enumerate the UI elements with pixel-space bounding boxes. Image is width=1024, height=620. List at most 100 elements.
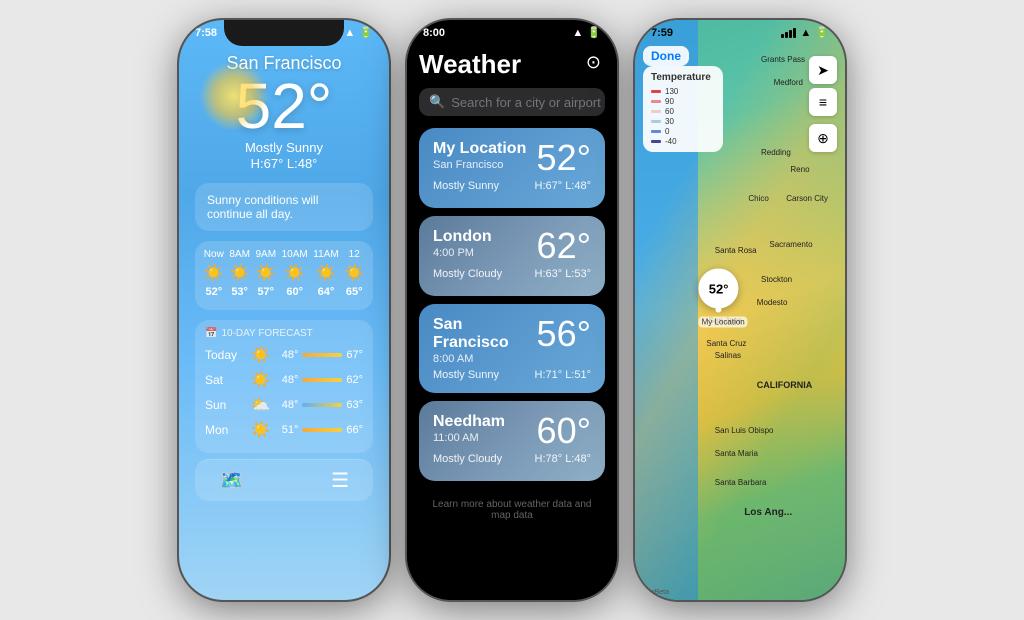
hourly-item-now: Now ☀️ 52° [204, 249, 224, 298]
legend-item-90: 90 [651, 97, 715, 106]
city-hilo-my-location: H:67° L:48° [535, 180, 592, 192]
city-card-needham[interactable]: Needham 11:00 AM 60° Mostly Cloudy H:78°… [419, 401, 605, 481]
legend-color-cool [651, 120, 661, 123]
location-label: My Location [699, 317, 748, 328]
hourly-item-9am: 9AM ☀️ 57° [255, 249, 276, 298]
temperature-legend: 130 90 60 30 [651, 87, 715, 146]
more-options-button[interactable]: ⊙ [586, 52, 601, 73]
legend-color-warm [651, 100, 661, 103]
forecast-row-mon: Mon ☀️ 51° 66° [205, 420, 363, 440]
notch [224, 20, 344, 46]
map-label-medford: Medford [774, 78, 803, 87]
city-card-my-location[interactable]: My Location San Francisco 52° Mostly Sun… [419, 128, 605, 208]
hourly-item-11am: 11AM ☀️ 64° [313, 249, 338, 298]
temp-bar [302, 353, 342, 357]
hi-lo-temps: H:67° L:48° [195, 156, 373, 171]
bottom-toolbar: 🗺️ ☰ [195, 459, 373, 501]
map-label-carson-city: Carson City [786, 194, 828, 203]
legend-color-very-cold [651, 140, 661, 143]
map-label-los-angeles: Los Ang... [744, 507, 792, 518]
map-label-chico: Chico [748, 194, 768, 203]
phone-map-view: 7:59 ▲ 🔋 Grants Pass Medford Redding Ren… [635, 20, 845, 600]
hourly-item-12pm: 12 ☀️ 65° [344, 249, 364, 298]
map-top-bar: Done [643, 46, 801, 66]
wifi-icon: ▲ [800, 27, 811, 39]
city-name-needham: Needham [433, 413, 505, 431]
legend-item-0: 0 [651, 127, 715, 136]
map-label-stockton: Stockton [761, 275, 792, 284]
calendar-icon: 📅 [205, 328, 217, 339]
map-label-santa-cruz: Santa Cruz [706, 339, 746, 348]
done-button[interactable]: Done [643, 46, 689, 66]
notch [680, 20, 800, 46]
hourly-forecast[interactable]: Now ☀️ 52° 8AM ☀️ 53° 9AM ☀️ 57° [195, 241, 373, 310]
layers-button[interactable]: ⊕ [809, 124, 837, 152]
city-hilo-needham: H:78° L:48° [535, 453, 592, 465]
location-temp-bubble: 52° [699, 269, 739, 309]
list-icon[interactable]: ☰ [331, 468, 349, 493]
location-temperature: 52° [709, 281, 729, 296]
legend-item-60: 60 [651, 107, 715, 116]
status-time-phone2: 8:00 [423, 27, 445, 39]
battery-icon: 🔋 [815, 26, 829, 39]
city-condition-needham: Mostly Cloudy [433, 453, 502, 465]
notch [452, 20, 572, 46]
map-container[interactable]: Grants Pass Medford Redding Reno Carson … [635, 20, 845, 600]
search-icon: 🔍 [429, 94, 445, 110]
status-time-phone1: 7:58 [195, 27, 217, 39]
forecast-row-sun: Sun ⛅ 48° 63° [205, 395, 363, 415]
location-pin: 52° My Location [699, 269, 748, 328]
city-card-san-francisco[interactable]: San Francisco 8:00 AM 56° Mostly Sunny H… [419, 304, 605, 393]
legend-item-neg40: -40 [651, 137, 715, 146]
forecast-section: 📅 10-DAY FORECAST Today ☀️ 48° 67° Sat ☀… [195, 320, 373, 453]
search-input[interactable] [451, 95, 617, 110]
city-temp-needham: 60° [537, 413, 591, 449]
weather-detail-panel: San Francisco 52° Mostly Sunny H:67° L:4… [179, 41, 389, 600]
list-view-button[interactable]: ≡ [809, 88, 837, 116]
city-time-london: 4:00 PM [433, 247, 492, 259]
temperature-legend-card: Temperature 130 90 60 [643, 66, 723, 152]
map-label-redding: Redding [761, 148, 791, 157]
map-label-san-luis: San Luis Obispo [715, 426, 774, 435]
battery-icon: 🔋 [359, 26, 373, 39]
temp-bar [302, 378, 342, 382]
hourly-row: Now ☀️ 52° 8AM ☀️ 53° 9AM ☀️ 57° [201, 249, 367, 298]
weather-description: Sunny conditions will continue all day. [195, 183, 373, 231]
map-label-santa-barbara: Santa Barbara [715, 478, 767, 487]
map-label-santa-maria: Santa Maria [715, 449, 758, 458]
wifi-icon: ▲ [572, 27, 583, 39]
legend-item-30: 30 [651, 117, 715, 126]
wifi-icon: ▲ [344, 27, 355, 39]
map-label-california: CALIFORNIA [757, 380, 813, 390]
city-name-london: London [433, 228, 492, 246]
city-condition-sf: Mostly Sunny [433, 369, 499, 381]
map-label-sacramento: Sacramento [769, 240, 812, 249]
city-name-my-location: My Location [433, 140, 526, 158]
status-time-phone3: 7:59 [651, 27, 673, 39]
city-temp-my-location: 52° [537, 140, 591, 176]
map-data-link[interactable]: map data [491, 510, 533, 521]
map-toolbar: ➤ ≡ ⊕ [809, 56, 837, 152]
map-label-reno: Reno [790, 165, 809, 174]
city-temp-london: 62° [537, 228, 591, 264]
search-bar[interactable]: 🔍 🎤 [419, 88, 605, 116]
city-sublabel-my-location: San Francisco [433, 159, 526, 171]
forecast-row-sat: Sat ☀️ 48° 62° [205, 370, 363, 390]
legend-color-cold [651, 130, 661, 133]
phone-city-list: 8:00 ▲ 🔋 ⊙ Weather 🔍 🎤 My Loc [407, 20, 617, 600]
map-icon[interactable]: 🗺️ [219, 468, 244, 493]
mapbeta-label: MapBeta [641, 589, 669, 596]
sun-glow [199, 61, 269, 131]
legend-title: Temperature [651, 72, 715, 83]
city-hilo-london: H:63° L:53° [535, 268, 592, 280]
weather-data-link[interactable]: weather data [514, 499, 572, 510]
forecast-row-today: Today ☀️ 48° 67° [205, 345, 363, 365]
city-name-sf: San Francisco [433, 316, 537, 352]
location-button[interactable]: ➤ [809, 56, 837, 84]
city-hilo-sf: H:71° L:51° [535, 369, 592, 381]
city-time-needham: 11:00 AM [433, 432, 505, 444]
legend-item-130: 130 [651, 87, 715, 96]
temp-bar-mixed [302, 403, 342, 407]
city-card-london[interactable]: London 4:00 PM 62° Mostly Cloudy H:63° L… [419, 216, 605, 296]
legend-color-hot [651, 90, 661, 93]
